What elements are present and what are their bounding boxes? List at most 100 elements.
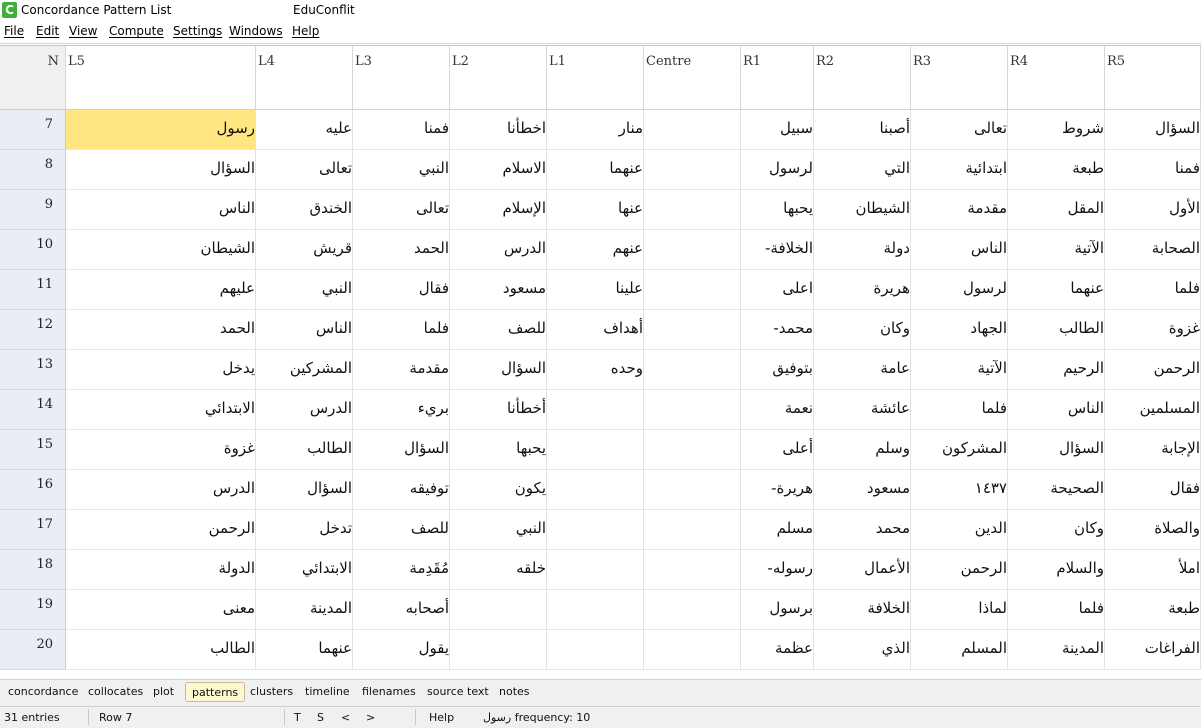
table-cell-l1[interactable]: عنهم bbox=[547, 230, 644, 270]
table-cell-l2[interactable]: الإسلام bbox=[450, 190, 547, 230]
tab-collocates[interactable]: collocates bbox=[82, 682, 149, 702]
column-header-r5[interactable]: R5 bbox=[1105, 46, 1201, 110]
table-cell-r3[interactable]: الدين bbox=[911, 510, 1008, 550]
column-header-l1[interactable]: L1 bbox=[547, 46, 644, 110]
table-cell-l5[interactable]: معنى bbox=[66, 590, 256, 630]
tab-patterns[interactable]: patterns bbox=[185, 682, 246, 702]
pattern-grid[interactable]: N L5 L4 L3 L2 L1 Centre R1 R2 R3 R4 R5 7 رسول عليه فمنا… bbox=[0, 45, 1201, 680]
table-cell-l1[interactable] bbox=[547, 550, 644, 590]
table-cell-centre[interactable] bbox=[644, 470, 741, 510]
table-cell-l2[interactable] bbox=[450, 630, 547, 670]
table-cell-l3[interactable]: الحمد bbox=[353, 230, 450, 270]
table-cell-l4[interactable]: المشركين bbox=[256, 350, 353, 390]
table-cell-r4[interactable]: عنهما bbox=[1008, 270, 1105, 310]
table-cell-l5[interactable]: الدرس bbox=[66, 470, 256, 510]
table-cell-l4[interactable]: تعالى bbox=[256, 150, 353, 190]
table-cell-l2[interactable]: خلقه bbox=[450, 550, 547, 590]
table-cell-r2[interactable]: عائشة bbox=[814, 390, 911, 430]
table-cell-l1[interactable]: منار bbox=[547, 110, 644, 150]
table-cell-r2[interactable]: مسعود bbox=[814, 470, 911, 510]
column-header-l2[interactable]: L2 bbox=[450, 46, 547, 110]
row-number[interactable]: 19 bbox=[0, 590, 66, 630]
table-cell-r1[interactable]: هريرة- bbox=[741, 470, 814, 510]
table-cell-l4[interactable]: الناس bbox=[256, 310, 353, 350]
table-cell-l4[interactable]: المدينة bbox=[256, 590, 353, 630]
table-cell-r5[interactable]: املأ bbox=[1105, 550, 1201, 590]
row-number[interactable]: 15 bbox=[0, 430, 66, 470]
tab-clusters[interactable]: clusters bbox=[244, 682, 299, 702]
row-number[interactable]: 7 bbox=[0, 110, 66, 150]
table-cell-l5[interactable]: الناس bbox=[66, 190, 256, 230]
tab-source-text[interactable]: source text bbox=[421, 682, 495, 702]
column-header-r4[interactable]: R4 bbox=[1008, 46, 1105, 110]
menu-file[interactable]: File bbox=[4, 24, 24, 38]
table-cell-r5[interactable]: غزوة bbox=[1105, 310, 1201, 350]
table-cell-l1[interactable]: عنهما bbox=[547, 150, 644, 190]
toggle-s-button[interactable]: S bbox=[317, 711, 324, 724]
table-cell-r5[interactable]: فقال bbox=[1105, 470, 1201, 510]
table-cell-centre[interactable] bbox=[644, 150, 741, 190]
table-cell-r3[interactable]: مقدمة bbox=[911, 190, 1008, 230]
table-cell-l3[interactable]: فمنا bbox=[353, 110, 450, 150]
table-cell-r3[interactable]: ١٤٣٧ bbox=[911, 470, 1008, 510]
table-cell-l5[interactable]: الدولة bbox=[66, 550, 256, 590]
menu-settings[interactable]: Settings bbox=[173, 24, 222, 38]
table-cell-l2[interactable]: يكون bbox=[450, 470, 547, 510]
table-cell-l4[interactable]: عنهما bbox=[256, 630, 353, 670]
menu-compute[interactable]: Compute bbox=[109, 24, 164, 38]
table-cell-r2[interactable]: وسلم bbox=[814, 430, 911, 470]
table-cell-l3[interactable]: فقال bbox=[353, 270, 450, 310]
table-cell-r5[interactable]: المسلمين bbox=[1105, 390, 1201, 430]
table-cell-r1[interactable]: برسول bbox=[741, 590, 814, 630]
table-cell-r4[interactable]: شروط bbox=[1008, 110, 1105, 150]
table-cell-r4[interactable]: المقل bbox=[1008, 190, 1105, 230]
table-cell-r2[interactable]: التي bbox=[814, 150, 911, 190]
toggle-t-button[interactable]: T bbox=[294, 711, 301, 724]
table-cell-r2[interactable]: دولة bbox=[814, 230, 911, 270]
table-cell-l5[interactable]: الطالب bbox=[66, 630, 256, 670]
table-cell-l3[interactable]: أصحابه bbox=[353, 590, 450, 630]
table-cell-l3[interactable]: يقول bbox=[353, 630, 450, 670]
table-cell-l2[interactable]: أخطأنا bbox=[450, 390, 547, 430]
table-cell-r2[interactable]: الشيطان bbox=[814, 190, 911, 230]
table-cell-l4[interactable]: قريش bbox=[256, 230, 353, 270]
table-cell-r3[interactable]: لماذا bbox=[911, 590, 1008, 630]
table-cell-l3[interactable]: بريء bbox=[353, 390, 450, 430]
table-cell-l5[interactable]: غزوة bbox=[66, 430, 256, 470]
table-cell-r4[interactable]: والسلام bbox=[1008, 550, 1105, 590]
row-number[interactable]: 10 bbox=[0, 230, 66, 270]
table-cell-r1[interactable]: سبيل bbox=[741, 110, 814, 150]
row-number[interactable]: 17 bbox=[0, 510, 66, 550]
column-header-n[interactable]: N bbox=[0, 46, 66, 110]
table-cell-l1[interactable] bbox=[547, 390, 644, 430]
table-cell-l3[interactable]: فلما bbox=[353, 310, 450, 350]
table-cell-r4[interactable]: الصحيحة bbox=[1008, 470, 1105, 510]
row-number[interactable]: 12 bbox=[0, 310, 66, 350]
table-cell-centre[interactable] bbox=[644, 390, 741, 430]
tab-timeline[interactable]: timeline bbox=[299, 682, 356, 702]
column-header-centre[interactable]: Centre bbox=[644, 46, 741, 110]
help-link[interactable]: Help bbox=[429, 711, 454, 724]
column-header-r2[interactable]: R2 bbox=[814, 46, 911, 110]
table-cell-r5[interactable]: السؤال bbox=[1105, 110, 1201, 150]
table-cell-r4[interactable]: المدينة bbox=[1008, 630, 1105, 670]
table-cell-centre[interactable] bbox=[644, 590, 741, 630]
table-cell-r2[interactable]: الأعمال bbox=[814, 550, 911, 590]
table-cell-l3[interactable]: مُقَدِمة bbox=[353, 550, 450, 590]
table-cell-l2[interactable]: السؤال bbox=[450, 350, 547, 390]
menu-windows[interactable]: Windows bbox=[229, 24, 283, 38]
table-cell-l3[interactable]: مقدمة bbox=[353, 350, 450, 390]
table-cell-r2[interactable]: الذي bbox=[814, 630, 911, 670]
table-cell-l1[interactable] bbox=[547, 590, 644, 630]
table-cell-r2[interactable]: وكان bbox=[814, 310, 911, 350]
table-cell-l2[interactable]: يحبها bbox=[450, 430, 547, 470]
table-cell-r4[interactable]: السؤال bbox=[1008, 430, 1105, 470]
table-cell-r3[interactable]: لرسول bbox=[911, 270, 1008, 310]
table-cell-r2[interactable]: عامة bbox=[814, 350, 911, 390]
table-cell-l2[interactable]: للصف bbox=[450, 310, 547, 350]
table-cell-l1[interactable] bbox=[547, 430, 644, 470]
table-cell-r4[interactable]: فلما bbox=[1008, 590, 1105, 630]
table-cell-r3[interactable]: ابتدائية bbox=[911, 150, 1008, 190]
table-cell-r3[interactable]: المسلم bbox=[911, 630, 1008, 670]
table-cell-centre[interactable] bbox=[644, 190, 741, 230]
